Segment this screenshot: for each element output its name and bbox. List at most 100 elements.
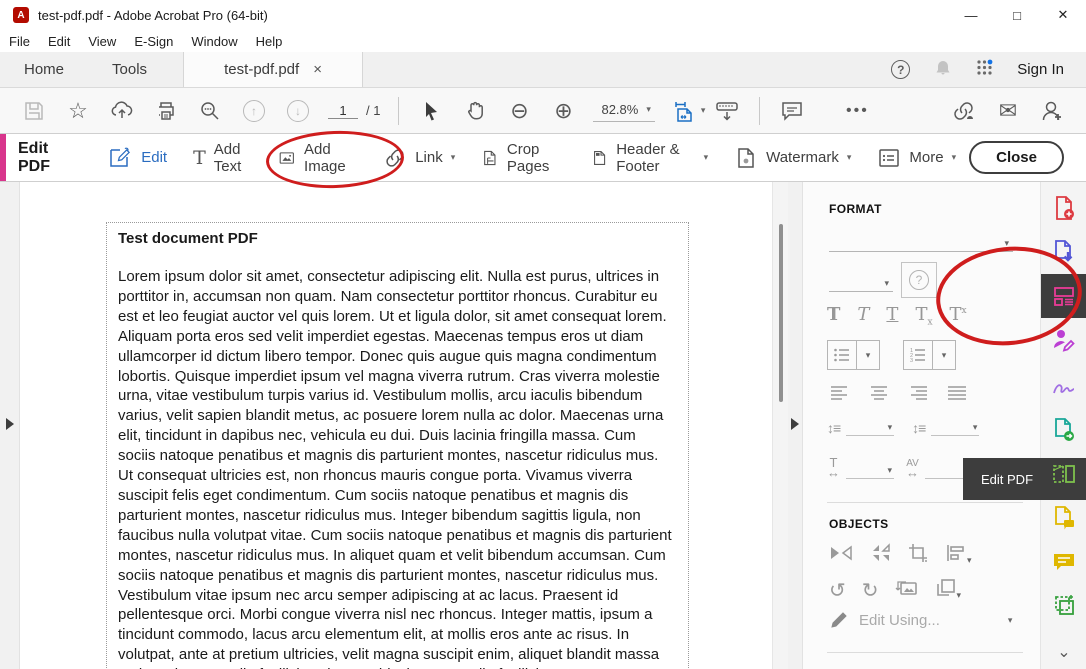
header-footer-menu-button[interactable]: Header & Footer ▾	[591, 141, 708, 175]
replace-image-button[interactable]	[895, 577, 919, 604]
font-size-select[interactable]: ▾	[829, 268, 893, 292]
star-icon[interactable]: ☆	[63, 94, 93, 128]
add-image-icon	[278, 146, 296, 170]
print-icon[interactable]	[151, 94, 181, 128]
align-left-button[interactable]	[829, 384, 851, 407]
select-tool-icon[interactable]	[416, 94, 446, 128]
menu-help[interactable]: Help	[247, 34, 292, 49]
scan-ocr-icon[interactable]	[1041, 584, 1086, 628]
font-help-button[interactable]: ?	[901, 262, 937, 298]
numbered-list-button[interactable]: 123	[903, 340, 933, 370]
fit-width-caret-icon[interactable]: ▾	[701, 105, 706, 116]
edit-pdf-tool-icon[interactable]	[1041, 274, 1086, 318]
apps-grid-icon[interactable]	[976, 59, 993, 80]
superscript-button[interactable]: Tx	[950, 304, 967, 328]
font-family-select[interactable]: ▾	[829, 228, 1013, 252]
compare-files-icon[interactable]	[1041, 496, 1086, 540]
numbered-list-caret[interactable]: ▾	[933, 340, 956, 370]
expand-left-pane-icon[interactable]	[6, 418, 14, 430]
horizontal-scale-icon: T↔	[827, 458, 840, 479]
paragraph-spacing-select[interactable]: ▾	[931, 422, 979, 436]
edit-using-button[interactable]: Edit Using... ▾	[829, 610, 1012, 630]
scrollbar-thumb[interactable]	[779, 224, 783, 402]
fill-sign-icon[interactable]	[1041, 364, 1086, 408]
maximize-button[interactable]: □	[994, 0, 1040, 30]
bullet-list-caret[interactable]: ▾	[857, 340, 880, 370]
bullet-list-button[interactable]	[827, 340, 857, 370]
share-cloud-icon[interactable]	[107, 94, 137, 128]
tab-close-icon[interactable]: ×	[313, 62, 322, 77]
email-icon[interactable]: ✉	[993, 94, 1023, 128]
flip-horizontal-button[interactable]	[829, 543, 853, 568]
add-image-label: Add Image	[304, 141, 357, 175]
minimize-button[interactable]: —	[948, 0, 994, 30]
vertical-scrollbar[interactable]	[772, 182, 788, 669]
rotate-counterclockwise-button[interactable]: ↺	[829, 581, 846, 601]
scrolling-mode-icon[interactable]	[712, 94, 742, 128]
horizontal-scale-select[interactable]: ▾	[846, 465, 894, 479]
link-menu-button[interactable]: Link ▾	[383, 146, 455, 170]
arrange-objects-button[interactable]: ▾	[935, 578, 962, 603]
menu-file[interactable]: File	[0, 34, 39, 49]
account-icon[interactable]	[1037, 94, 1067, 128]
fit-width-icon[interactable]	[670, 94, 700, 128]
request-signatures-icon[interactable]	[1041, 318, 1086, 362]
align-objects-button[interactable]: ▾	[945, 543, 972, 568]
next-page-icon[interactable]: ↓	[283, 94, 313, 128]
line-spacing-select[interactable]: ▾	[846, 422, 894, 436]
watermark-menu-button[interactable]: Watermark ▾	[734, 146, 851, 170]
page-number-input[interactable]	[328, 103, 358, 119]
comment-icon[interactable]	[777, 94, 807, 128]
zoom-level-select[interactable]: 82.8% ▾	[593, 100, 654, 122]
bold-button[interactable]: T	[827, 304, 840, 328]
search-icon[interactable]	[195, 94, 225, 128]
text-block[interactable]: Test document PDF Lorem ipsum dolor sit …	[106, 222, 689, 669]
tab-home[interactable]: Home	[0, 52, 88, 87]
tab-document[interactable]: test-pdf.pdf ×	[183, 52, 363, 87]
edit-button[interactable]: Edit	[107, 145, 167, 171]
notifications-bell-icon[interactable]	[934, 59, 952, 81]
more-menu-button[interactable]: More ▾	[877, 146, 956, 170]
close-window-button[interactable]: ✕	[1040, 0, 1086, 30]
send-share-icon[interactable]	[1041, 408, 1086, 452]
crop-object-button[interactable]	[907, 542, 929, 569]
add-image-button[interactable]: Add Image	[278, 141, 357, 175]
zoom-in-icon[interactable]: ⊕	[548, 94, 578, 128]
character-spacing-icon: AV↔	[906, 460, 919, 478]
zoom-out-icon[interactable]: ⊖	[504, 94, 534, 128]
tab-tools[interactable]: Tools	[88, 52, 171, 87]
add-text-button[interactable]: T Add Text	[193, 141, 252, 175]
share-link-icon[interactable]	[949, 94, 979, 128]
create-pdf-icon[interactable]	[1041, 186, 1086, 230]
crop-pages-button[interactable]: Crop Pages	[481, 141, 565, 175]
more-tools-icon[interactable]: •••	[842, 94, 872, 128]
menu-view[interactable]: View	[79, 34, 125, 49]
menu-edit[interactable]: Edit	[39, 34, 79, 49]
svg-text:3: 3	[910, 358, 913, 364]
left-nav-collapsed-strip[interactable]	[0, 182, 20, 669]
previous-page-icon[interactable]: ↑	[239, 94, 269, 128]
export-pdf-icon[interactable]	[1041, 230, 1086, 274]
watermark-label: Watermark	[766, 149, 839, 166]
align-justify-button[interactable]	[946, 384, 968, 407]
hand-tool-icon[interactable]	[460, 94, 490, 128]
menu-window[interactable]: Window	[182, 34, 246, 49]
italic-button[interactable]: T	[857, 304, 869, 328]
help-icon[interactable]: ?	[891, 60, 910, 79]
more-tools-chevron-icon[interactable]: ⌄	[1041, 630, 1086, 669]
sign-in-button[interactable]: Sign In	[1017, 61, 1064, 78]
comment-tool-icon[interactable]	[1041, 540, 1086, 584]
close-edit-pdf-button[interactable]: Close	[969, 141, 1064, 174]
collapse-right-pane-icon[interactable]	[791, 418, 799, 430]
chevron-down-icon: ▾	[704, 152, 709, 163]
flip-vertical-button[interactable]	[869, 543, 891, 568]
menu-esign[interactable]: E-Sign	[125, 34, 182, 49]
organize-pages-icon[interactable]	[1041, 452, 1086, 496]
subscript-button[interactable]: Tx	[915, 304, 932, 328]
add-text-label: Add Text	[214, 141, 253, 175]
align-center-button[interactable]	[868, 384, 890, 407]
underline-button[interactable]: T	[886, 304, 898, 328]
rotate-clockwise-button[interactable]: ↻	[862, 581, 879, 601]
save-icon[interactable]	[19, 94, 49, 128]
align-right-button[interactable]	[907, 384, 929, 407]
